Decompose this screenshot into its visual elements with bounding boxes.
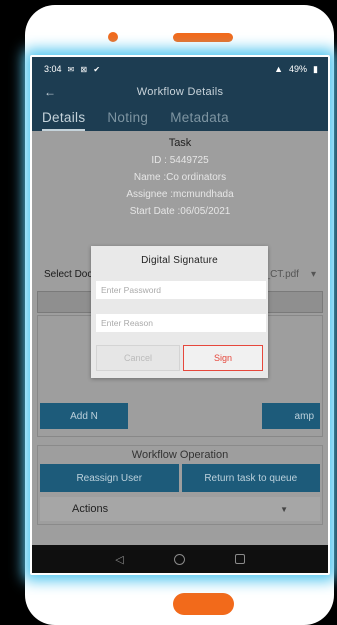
reason-field[interactable]: Enter Reason	[96, 314, 266, 332]
tab-details[interactable]: Details	[42, 110, 86, 131]
task-name: Name :Co ordinators	[133, 172, 227, 183]
tab-metadata[interactable]: Metadata	[170, 110, 229, 131]
task-title: Task	[168, 137, 192, 149]
status-time: 3:04	[44, 64, 62, 74]
cancel-button[interactable]: Cancel	[96, 345, 180, 371]
reassign-user-button[interactable]: Reassign User	[40, 464, 179, 492]
password-field[interactable]: Enter Password	[96, 281, 266, 299]
app-screen: 3:04 ✉ ⊠ ✔ ▲ 49% ▮ ← Workflow Details De…	[32, 57, 328, 573]
actions-label: Actions	[72, 503, 109, 515]
page-title: Workflow Details	[136, 86, 224, 98]
nav-home-icon[interactable]	[173, 553, 185, 565]
digital-signature-dialog: Digital Signature Enter Password Enter R…	[91, 246, 268, 378]
workflow-buttons: Reassign User Return task to queue	[40, 464, 320, 492]
app-bar: ← Workflow Details	[32, 81, 328, 103]
task-id: ID : 5449725	[151, 155, 209, 166]
signal-icon: ▲	[274, 64, 284, 74]
task-info: Task ID : 5449725 Name :Co ordinators As…	[32, 131, 328, 220]
status-bar: 3:04 ✉ ⊠ ✔ ▲ 49% ▮	[32, 57, 328, 81]
tab-bar: Details Noting Metadata	[32, 103, 328, 131]
nav-recents-icon[interactable]	[234, 554, 245, 564]
actions-dropdown[interactable]: Actions ▼	[40, 497, 320, 521]
add-noting-button[interactable]: Add N	[40, 403, 128, 429]
tab-noting[interactable]: Noting	[107, 110, 148, 131]
battery-level: 49%	[289, 64, 308, 74]
chevron-down-icon: ▾	[310, 268, 316, 280]
stamp-button[interactable]: amp	[262, 403, 320, 429]
task-start-date: Start Date :06/05/2021	[129, 206, 231, 217]
document-actions: Add N amp	[40, 403, 320, 429]
sign-button[interactable]: Sign	[183, 345, 263, 371]
battery-icon: ▮	[313, 63, 318, 74]
system-nav-bar: ◁	[32, 545, 328, 573]
notification-icons: ✉ ⊠ ✔	[67, 64, 103, 74]
camera-dot	[108, 32, 118, 42]
chevron-down-icon: ▼	[280, 504, 288, 514]
home-button[interactable]	[173, 593, 234, 615]
speaker-grille	[173, 33, 233, 42]
return-task-button[interactable]: Return task to queue	[181, 464, 320, 492]
task-assignee: Assignee :mcmundhada	[126, 189, 234, 200]
back-arrow-icon[interactable]: ←	[44, 85, 64, 99]
dialog-title: Digital Signature	[141, 255, 218, 266]
nav-back-icon[interactable]: ◁	[115, 553, 123, 566]
workflow-title: Workflow Operation	[131, 449, 229, 461]
